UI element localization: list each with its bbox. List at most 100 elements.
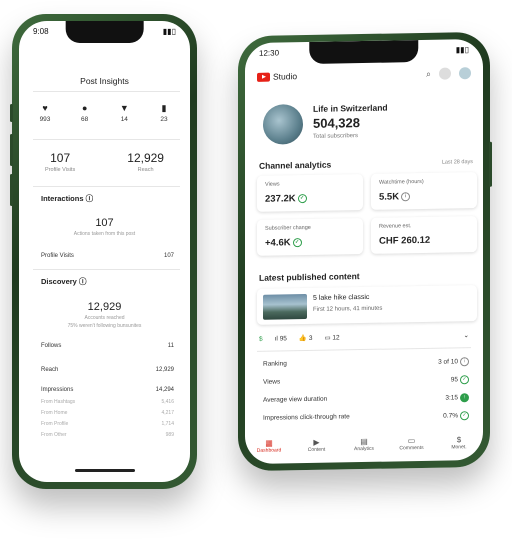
check-icon: ✓ xyxy=(297,193,307,204)
logo-text: Studio xyxy=(273,71,298,82)
status-time: 12:30 xyxy=(259,48,280,58)
card-label: Revenue est. xyxy=(379,223,412,230)
dashboard-icon: ▦ xyxy=(265,438,273,448)
dollar-icon: $ xyxy=(456,435,462,445)
summary-row: 107 Profile Visits 12,929 Reach xyxy=(19,151,190,173)
watchtime-card[interactable]: Watchtime (hours) 5.5K i xyxy=(371,172,477,210)
divider xyxy=(33,186,180,187)
row-value: 3 of 10 i xyxy=(438,357,469,367)
discovery-caption: Accounts reached xyxy=(84,315,125,321)
subscriber-label: Total subscribers xyxy=(313,133,359,140)
card-value: 237.2K ✓ xyxy=(265,193,307,205)
discovery-heading: Discovery ⓘ xyxy=(41,277,87,286)
card-value: 5.5K i xyxy=(379,191,411,203)
views-row: Views 95 ✓ xyxy=(263,375,469,388)
stat-comments[interactable]: ● 68 xyxy=(73,103,97,123)
tab-analytics[interactable]: ▤ Analytics xyxy=(346,437,382,453)
row-value: 11 xyxy=(167,343,174,349)
channel-avatar[interactable] xyxy=(263,104,303,145)
home-indicator[interactable] xyxy=(74,469,135,472)
interactions-heading: Interactions ⓘ xyxy=(41,194,94,203)
status-bar: 12:30 ▮▮▯ xyxy=(259,45,469,58)
tab-monetization[interactable]: $ Monet. xyxy=(441,435,477,451)
views-card[interactable]: Views 237.2K ✓ xyxy=(257,174,363,212)
interactions-block: 107 Actions taken from this post xyxy=(19,217,190,237)
account-icon[interactable] xyxy=(439,67,451,80)
divider xyxy=(257,347,471,352)
tab-dashboard[interactable]: ▦ Dashboard xyxy=(251,438,287,454)
card-value: CHF 260.12 xyxy=(379,234,431,247)
reach-summary: 12,929 Reach xyxy=(127,151,164,173)
tab-content[interactable]: ▶ Content xyxy=(299,438,335,454)
row-value: 107 xyxy=(163,253,174,259)
comments-metric: ▭ 12 xyxy=(324,334,340,342)
stat-likes[interactable]: ♥ 993 xyxy=(33,103,57,123)
youtube-studio-phone: 12:30 ▮▮▯ Studio ⌕ Life in Switzerland 5… xyxy=(238,31,492,472)
chevron-down-icon[interactable]: ⌄ xyxy=(464,331,469,339)
row-label: Ranking xyxy=(263,360,287,368)
studio-logo: Studio xyxy=(257,71,297,82)
tab-label: Monet. xyxy=(451,444,467,451)
profile-visits-value: 107 xyxy=(50,151,71,165)
stat-value: 23 xyxy=(160,116,168,123)
share-icon: ▼ xyxy=(119,103,129,113)
subscriber-count: 504,328 xyxy=(313,115,360,131)
page-title: Post Insights xyxy=(80,76,129,86)
post-insights-screen: 9:08 ▮▮▯ Post Insights ♥ 993 ● 68 ▼ 14 ▮… xyxy=(19,21,190,482)
avg-view-duration-row: Average view duration 3:15 ↑ xyxy=(263,393,469,406)
latest-video-card[interactable]: 5 lake hike classic First 12 hours, 41 m… xyxy=(257,285,477,325)
video-metrics: $ ıl 95 👍 3 ▭ 12 ⌄ xyxy=(259,331,469,343)
impressions-sub-row: From Profile 1,714 xyxy=(41,421,174,427)
stat-value: 68 xyxy=(81,116,89,123)
battery-icon: ▮▮▯ xyxy=(162,27,176,36)
row-label: From Home xyxy=(41,410,68,416)
tab-label: Dashboard xyxy=(256,447,282,454)
status-bar: 9:08 ▮▮▯ xyxy=(33,27,176,36)
comments-icon: ▭ xyxy=(407,436,416,446)
search-icon[interactable]: ⌕ xyxy=(426,68,431,79)
stat-value: 993 xyxy=(39,116,51,123)
row-label: Views xyxy=(263,378,281,386)
status-time: 9:08 xyxy=(33,27,49,36)
phone-button xyxy=(10,104,13,122)
video-title: 5 lake hike classic xyxy=(313,293,370,302)
card-label: Watchtime (hours) xyxy=(379,178,424,186)
row-label: From Profile xyxy=(41,421,69,427)
card-label: Views xyxy=(265,181,280,188)
post-stats: ♥ 993 ● 68 ▼ 14 ▮ 23 xyxy=(33,103,176,123)
reach-row: Reach 12,929 xyxy=(41,367,174,373)
app-header: Studio ⌕ xyxy=(257,67,471,83)
subscriber-change-card[interactable]: Subscriber change +4.6K ✓ xyxy=(257,218,363,256)
comment-icon: ▭ xyxy=(324,334,331,342)
interactions-caption: Actions taken from this post xyxy=(73,231,136,237)
likes-metric: 👍 3 xyxy=(298,334,313,343)
row-label: From Other xyxy=(41,432,67,438)
profile-visits-row: Profile Visits 107 xyxy=(41,253,174,259)
analytics-period: Last 28 days xyxy=(441,159,473,166)
reach-label: Reach xyxy=(137,167,154,173)
stat-saves[interactable]: ▮ 23 xyxy=(152,103,176,123)
divider xyxy=(33,139,180,140)
stat-shares[interactable]: ▼ 14 xyxy=(112,103,136,123)
up-arrow-icon: ↑ xyxy=(460,393,469,403)
avatar[interactable] xyxy=(459,67,471,80)
row-value: 0.7% ✓ xyxy=(443,411,469,421)
check-icon: ✓ xyxy=(292,238,302,248)
battery-icon: ▮▮▯ xyxy=(455,45,469,55)
interactions-value: 107 xyxy=(95,217,114,229)
card-label: Subscriber change xyxy=(265,224,311,232)
check-icon: ✓ xyxy=(460,375,469,385)
heart-icon: ♥ xyxy=(42,103,48,113)
comment-icon: ● xyxy=(81,103,88,113)
video-meta: First 12 hours, 41 minutes xyxy=(313,305,383,313)
row-label: Average view duration xyxy=(263,395,328,404)
impressions-row: Impressions 14,294 xyxy=(41,387,174,393)
revenue-card[interactable]: Revenue est. CHF 260.12 xyxy=(371,216,477,254)
row-value: 4,217 xyxy=(161,410,174,416)
row-label: Profile Visits xyxy=(41,253,74,259)
like-icon: 👍 xyxy=(298,334,308,343)
card-value: +4.6K ✓ xyxy=(265,237,302,249)
row-value: 3:15 ↑ xyxy=(445,393,469,403)
phone-button xyxy=(10,174,13,206)
tab-comments[interactable]: ▭ Comments xyxy=(394,436,430,452)
